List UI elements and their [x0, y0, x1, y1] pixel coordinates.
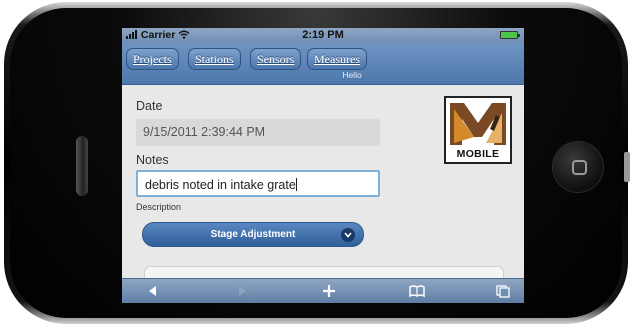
logo-mark-icon [450, 103, 506, 145]
pages-icon[interactable] [494, 283, 512, 299]
home-button[interactable] [552, 141, 604, 193]
navigation-bar: Projects Stations Sensors Measures Hello [122, 43, 524, 85]
form-content: Date 9/15/2011 2:39:44 PM Notes debris n… [122, 86, 524, 278]
speaker-grille [76, 136, 88, 196]
battery-icon [500, 31, 520, 39]
nav-stations-button[interactable]: Stations [188, 48, 241, 70]
bookmarks-icon[interactable] [408, 283, 426, 299]
clock: 2:19 PM [302, 29, 344, 41]
description-select[interactable]: Stage Adjustment [142, 222, 364, 247]
description-select-value: Stage Adjustment [210, 229, 296, 240]
status-bar: Carrier 2:19 PM [122, 28, 524, 43]
plus-icon[interactable] [320, 283, 338, 299]
nav-subtitle: Hello [342, 70, 362, 80]
back-arrow-icon[interactable] [144, 283, 162, 299]
description-label: Description [136, 202, 182, 212]
nav-sensors-button[interactable]: Sensors [250, 48, 302, 70]
notes-input[interactable]: debris noted in intake grate [136, 170, 380, 197]
browser-toolbar [122, 278, 524, 303]
date-label: Date [136, 99, 163, 113]
notes-input-text: debris noted in intake grate [145, 178, 296, 192]
chevron-down-icon [341, 228, 355, 242]
logo-text: MOBILE [456, 148, 500, 160]
phone-screen: Carrier 2:19 PM Projects Stations Sensor… [122, 28, 524, 303]
nav-measures-button[interactable]: Measures [307, 48, 367, 70]
mobile-logo: MOBILE [444, 96, 512, 164]
forward-arrow-icon[interactable] [232, 283, 250, 299]
text-caret [295, 178, 297, 191]
nav-projects-button[interactable]: Projects [126, 48, 179, 70]
notes-label: Notes [136, 153, 169, 167]
home-square-icon [572, 160, 587, 175]
side-button [624, 152, 630, 182]
date-field[interactable]: 9/15/2011 2:39:44 PM [136, 119, 380, 146]
